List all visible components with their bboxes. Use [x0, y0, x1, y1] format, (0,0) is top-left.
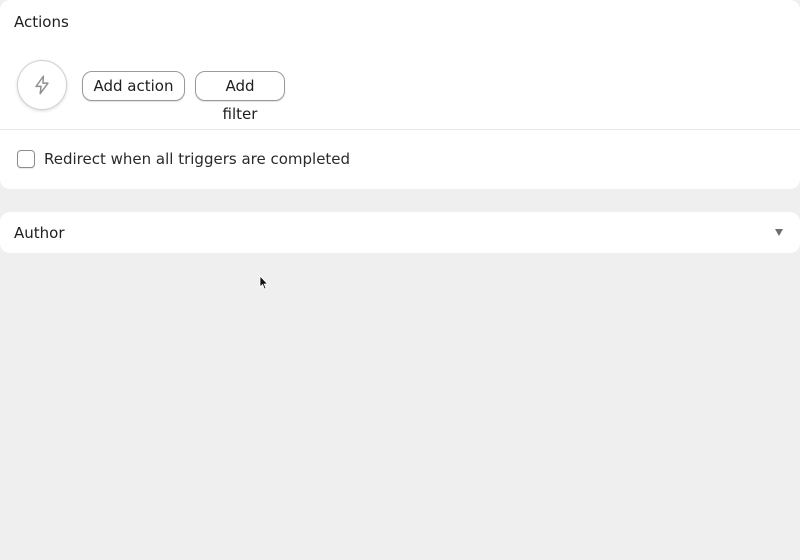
actions-icon-button[interactable] [17, 60, 67, 110]
caret-down-icon[interactable] [775, 229, 783, 236]
redirect-option[interactable]: Redirect when all triggers are completed [17, 149, 350, 169]
add-action-button[interactable]: Add action [82, 71, 185, 101]
mouse-cursor-icon [259, 275, 269, 290]
actions-panel: Actions Add action Add filter Redirect w… [0, 0, 800, 189]
divider [0, 129, 800, 130]
lightning-icon [35, 75, 49, 95]
actions-title: Actions [14, 13, 69, 31]
redirect-label: Redirect when all triggers are completed [44, 150, 351, 168]
redirect-checkbox[interactable] [17, 150, 35, 168]
author-panel[interactable]: Author [0, 212, 800, 253]
add-filter-button[interactable]: Add filter [195, 71, 285, 123]
author-title: Author [14, 224, 65, 242]
